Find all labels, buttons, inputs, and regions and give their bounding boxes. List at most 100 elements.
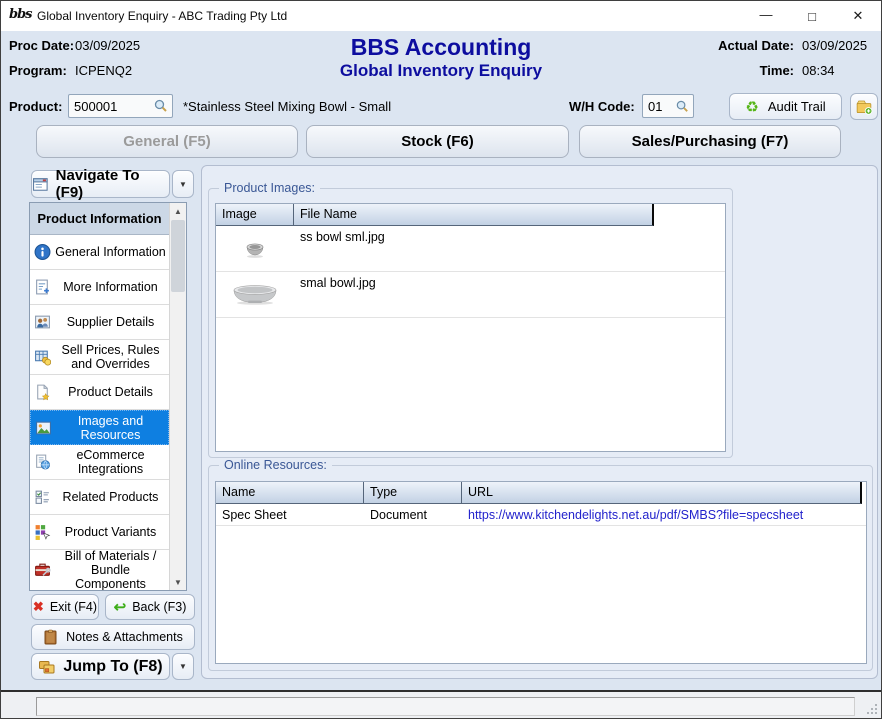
title-bar: bbs Global Inventory Enquiry - ABC Tradi… [1, 1, 881, 31]
sidebar-item-more-information[interactable]: More Information [30, 270, 169, 305]
close-button[interactable]: ✕ [835, 1, 881, 31]
scroll-down-button[interactable]: ▼ [170, 574, 186, 590]
back-arrow-icon: ↩ [114, 598, 127, 616]
resize-grip[interactable] [865, 702, 879, 716]
navigate-to-dropdown[interactable]: ▼ [172, 170, 194, 198]
sidebar-item-images-and-resources[interactable]: Images and Resources [30, 410, 169, 445]
time-row: Time: 08:34 [760, 63, 876, 78]
product-code-value: 500001 [74, 99, 117, 114]
column-header-file-name[interactable]: File Name [294, 204, 654, 226]
file-name: smal bowl.jpg [300, 276, 376, 290]
proc-date-label: Proc Date: [9, 38, 75, 53]
navigate-to-label: Navigate To (F9) [56, 167, 169, 201]
status-message-panel [36, 697, 855, 716]
notes-attachments-button[interactable]: Notes & Attachments [31, 624, 195, 650]
add-folder-button[interactable] [850, 93, 878, 120]
back-button[interactable]: ↩ Back (F3) [105, 594, 195, 620]
table-row[interactable]: ss bowl sml.jpg [216, 226, 725, 272]
folders-icon [38, 659, 56, 675]
column-header-type[interactable]: Type [364, 482, 462, 504]
maximize-button[interactable]: □ [789, 1, 835, 31]
price-table-icon [34, 349, 51, 366]
app-title: BBS Accounting [201, 34, 681, 61]
tab-sales-purchasing[interactable]: Sales/Purchasing (F7) [579, 125, 841, 158]
tab-general-label: General (F5) [123, 133, 211, 150]
table-row[interactable]: smal bowl.jpg [216, 272, 725, 318]
table-row[interactable]: Spec Sheet Document https://www.kitchend… [216, 504, 866, 526]
sidebar-item-label: Product Variants [65, 525, 156, 539]
time-label: Time: [760, 63, 794, 78]
close-icon: ✕ [853, 8, 864, 24]
sidebar-item-label: Bill of Materials / Bundle Components [55, 549, 166, 590]
sidebar-item-supplier-details[interactable]: Supplier Details [30, 305, 169, 340]
jump-to-dropdown[interactable]: ▼ [172, 653, 194, 680]
product-description: *Stainless Steel Mixing Bowl - Small [183, 99, 391, 114]
page-star-icon [34, 384, 51, 401]
wh-code-field[interactable]: 01 [642, 94, 694, 118]
navigate-to-button[interactable]: Navigate To (F9) [31, 170, 170, 198]
resource-type: Document [364, 508, 462, 522]
proc-date-value: 03/09/2025 [75, 38, 140, 53]
actual-date-value: 03/09/2025 [802, 38, 876, 53]
column-header-name[interactable]: Name [216, 482, 364, 504]
exit-button[interactable]: ✖ Exit (F4) [31, 594, 99, 620]
resource-url-link[interactable]: https://www.kitchendelights.net.au/pdf/S… [462, 508, 809, 522]
program-value: ICPENQ2 [75, 63, 132, 78]
nav-scrollbar[interactable]: ▲ ▼ [169, 203, 186, 590]
sidebar-item-product-details[interactable]: Product Details [30, 375, 169, 410]
tab-general: General (F5) [36, 125, 298, 158]
wh-search-button[interactable] [672, 96, 692, 116]
actual-date-row: Actual Date: 03/09/2025 [718, 38, 876, 53]
jump-to-label: Jump To (F8) [63, 658, 162, 676]
wh-code-value: 01 [648, 99, 662, 114]
audit-trail-label: Audit Trail [768, 99, 826, 114]
product-images-header-row: Image File Name [216, 204, 725, 226]
image-icon [35, 419, 52, 436]
sidebar-item-product-variants[interactable]: Product Variants [30, 515, 169, 550]
audit-trail-button[interactable]: ♻ Audit Trail [729, 93, 842, 120]
notepad-icon [43, 629, 58, 645]
jump-to-button[interactable]: Jump To (F8) [31, 653, 170, 680]
search-icon [675, 99, 690, 114]
supplier-people-icon [34, 314, 51, 331]
app-window: bbs Global Inventory Enquiry - ABC Tradi… [0, 0, 882, 719]
sidebar-item-general-information[interactable]: General Information [30, 235, 169, 270]
product-search-button[interactable] [151, 96, 171, 116]
online-resources-group-label: Online Resources: [219, 458, 332, 472]
scroll-thumb[interactable] [171, 220, 185, 292]
program-row: Program: ICPENQ2 [9, 63, 132, 78]
window-controls: — □ ✕ [743, 1, 881, 31]
minimize-button[interactable]: — [743, 1, 789, 31]
window-title: Global Inventory Enquiry - ABC Trading P… [37, 9, 287, 23]
scroll-up-button[interactable]: ▲ [170, 203, 186, 219]
notes-attachments-label: Notes & Attachments [66, 630, 183, 644]
main-content-panel: Product Images: Image File Name ss bowl [201, 165, 878, 679]
time-value: 08:34 [802, 63, 876, 78]
chevron-down-icon: ▼ [179, 180, 187, 189]
sidebar-item-bill-of-materials[interactable]: Bill of Materials / Bundle Components [30, 550, 169, 590]
sidebar-item-ecommerce-integrations[interactable]: eCommerce Integrations [30, 445, 169, 480]
tab-stock[interactable]: Stock (F6) [306, 125, 569, 158]
tab-stock-label: Stock (F6) [401, 133, 474, 150]
nav-list-header: Product Information [30, 203, 169, 235]
minimize-icon: — [760, 7, 773, 22]
bowl-small-thumbnail [216, 226, 294, 271]
sidebar-item-sell-prices[interactable]: Sell Prices, Rules and Overrides [30, 340, 169, 375]
program-label: Program: [9, 63, 75, 78]
column-header-url[interactable]: URL [462, 482, 862, 504]
chevron-down-icon: ▼ [179, 662, 187, 671]
sidebar-item-label: Supplier Details [67, 315, 155, 329]
sidebar-item-related-products[interactable]: Related Products [30, 480, 169, 515]
sidebar-item-label: More Information [63, 280, 157, 294]
navigation-list: Product Information General Information [29, 202, 187, 591]
online-resources-group: Online Resources: Name Type URL Spec She… [208, 465, 873, 671]
product-images-group-label: Product Images: [219, 181, 320, 195]
toolbox-wrench-icon [34, 562, 51, 579]
file-name: ss bowl sml.jpg [300, 230, 385, 244]
column-header-image[interactable]: Image [216, 204, 294, 226]
info-icon [34, 244, 51, 261]
tab-sales-purchasing-label: Sales/Purchasing (F7) [632, 133, 789, 150]
product-code-field[interactable]: 500001 [68, 94, 173, 118]
sidebar-item-label: General Information [55, 245, 165, 259]
variants-icon [34, 524, 51, 541]
